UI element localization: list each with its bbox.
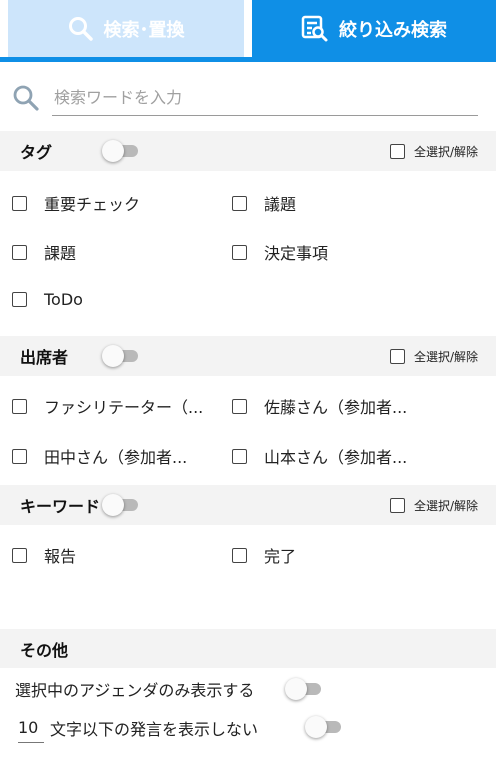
other-title: その他 <box>20 640 69 660</box>
tab-search-replace[interactable]: 検索･置換 <box>8 0 244 57</box>
keywords-title: キーワード <box>20 497 101 516</box>
attendee-item[interactable]: 山本さん（参加者... <box>232 444 407 468</box>
attendee-item[interactable]: 佐藤さん（参加者... <box>232 394 407 418</box>
search-box <box>12 80 478 118</box>
keyword-label: 完了 <box>264 547 297 566</box>
attendees-select-all[interactable]: 全選択/解除 <box>389 348 478 365</box>
attendee-label: 佐藤さん（参加者... <box>264 398 408 417</box>
min-chars-input[interactable] <box>18 713 44 743</box>
attendee-label: 山本さん（参加者... <box>264 448 408 467</box>
tab-bar: 検索･置換 絞り込み検索 <box>0 0 496 62</box>
tab-search-replace-label: 検索･置換 <box>103 19 185 41</box>
tag-label: 決定事項 <box>264 244 329 263</box>
tab-filter-search-label: 絞り込み検索 <box>339 19 447 41</box>
keyword-label: 報告 <box>44 547 77 566</box>
attendees-title: 出席者 <box>20 348 69 367</box>
attendee-item[interactable]: 田中さん（参加者... <box>12 444 187 468</box>
tag-item[interactable]: ToDo <box>12 290 83 309</box>
tags-select-all[interactable]: 全選択/解除 <box>389 143 478 160</box>
checkbox[interactable] <box>232 244 247 260</box>
keywords-select-all[interactable]: 全選択/解除 <box>389 497 478 514</box>
tag-item[interactable]: 重要チェック <box>12 191 140 215</box>
checkbox[interactable] <box>12 195 27 211</box>
checkbox[interactable] <box>389 497 405 513</box>
min-chars-toggle[interactable] <box>305 716 343 738</box>
tags-section-header: タグ 全選択/解除 <box>0 131 496 171</box>
min-chars-label: 文字以下の発言を表示しない <box>50 720 259 739</box>
attendee-label: 田中さん（参加者... <box>44 448 188 467</box>
checkbox[interactable] <box>12 448 27 464</box>
tags-toggle[interactable] <box>102 140 140 162</box>
checkbox[interactable] <box>232 448 247 464</box>
keyword-item[interactable]: 完了 <box>232 543 296 567</box>
keywords-section-header: キーワード 全選択/解除 <box>0 485 496 525</box>
tags-title: タグ <box>20 143 53 162</box>
tab-underline <box>0 57 496 62</box>
checkbox[interactable] <box>12 547 27 563</box>
tag-item[interactable]: 議題 <box>232 191 296 215</box>
search-icon <box>12 84 40 116</box>
tag-label: 議題 <box>264 195 297 214</box>
search-icon <box>68 16 94 42</box>
attendee-item[interactable]: ファシリテーター（... <box>12 394 203 418</box>
tag-item[interactable]: 課題 <box>12 240 76 264</box>
attendees-toggle[interactable] <box>102 345 140 367</box>
checkbox[interactable] <box>232 547 247 563</box>
agenda-only-toggle[interactable] <box>285 678 323 700</box>
select-all-label: 全選択/解除 <box>413 144 478 159</box>
search-input[interactable] <box>52 80 478 116</box>
checkbox[interactable] <box>232 195 247 211</box>
checkbox[interactable] <box>389 143 405 159</box>
keyword-item[interactable]: 報告 <box>12 543 76 567</box>
tag-label: 課題 <box>44 244 77 263</box>
checkbox[interactable] <box>12 244 27 260</box>
attendees-section-header: 出席者 全選択/解除 <box>0 336 496 376</box>
checkbox[interactable] <box>12 292 27 307</box>
keywords-toggle[interactable] <box>102 494 140 516</box>
tag-item[interactable]: 決定事項 <box>232 240 328 264</box>
agenda-only-label: 選択中のアジェンダのみ表示する <box>15 681 255 700</box>
attendee-label: ファシリテーター（... <box>44 398 204 417</box>
other-section-header: その他 <box>0 629 496 668</box>
checkbox[interactable] <box>12 398 27 414</box>
checkbox[interactable] <box>389 348 405 364</box>
tag-label: 重要チェック <box>44 195 141 214</box>
filter-search-icon <box>301 15 329 43</box>
tag-label: ToDo <box>44 290 83 309</box>
select-all-label: 全選択/解除 <box>413 498 478 513</box>
select-all-label: 全選択/解除 <box>413 349 478 364</box>
tab-filter-search[interactable]: 絞り込み検索 <box>252 0 496 57</box>
checkbox[interactable] <box>232 398 247 414</box>
